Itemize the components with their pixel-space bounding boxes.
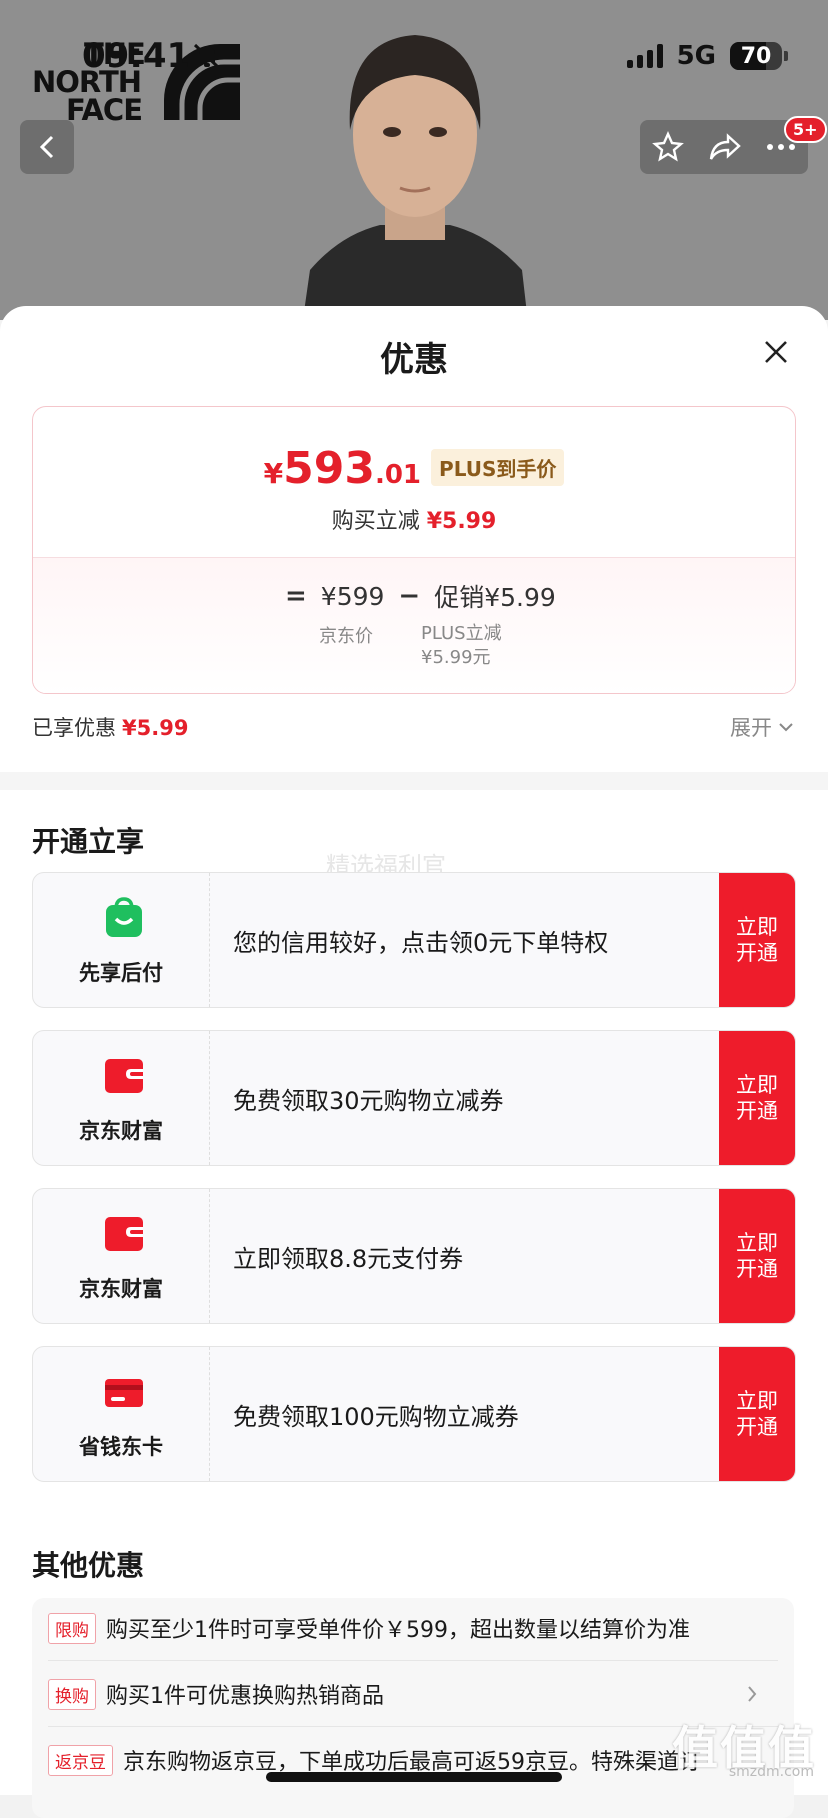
mute-bell-icon [193,43,221,70]
expand-button[interactable]: 展开 [730,712,794,742]
offer-name: 省钱东卡 [79,1435,163,1459]
limit-tag: 限购 [48,1612,96,1644]
discount-sheet: 优惠 ¥593.01 PLUS到手价 购买立减 ¥5.99 = ¥599 − 促… [0,306,828,1795]
price-decimal: .01 [374,460,422,490]
header-toolbar [640,120,808,174]
list-item: 限购 购买至少1件时可享受单件价￥599，超出数量以结算价为准 [48,1612,690,1644]
product-hero: THE NORTH FACE 09:41 5G 70 5+ [0,0,828,320]
red-wallet-icon [105,1059,143,1093]
offer-card[interactable]: 京东财富 免费领取30元购物立减券 立即 开通 [32,1030,796,1166]
list-item-text: 购买1件可优惠换购热销商品 [106,1684,384,1709]
offer-card[interactable]: 省钱东卡 免费领取100元购物立减券 立即 开通 [32,1346,796,1482]
price-card: ¥593.01 PLUS到手价 购买立减 ¥5.99 = ¥599 − 促销¥5… [32,406,796,694]
offer-card[interactable]: 京东财富 立即领取8.8元支付券 立即 开通 [32,1188,796,1324]
jd-bean-tag: 返京豆 [48,1744,113,1776]
exchange-tag: 换购 [48,1678,96,1710]
more-icon[interactable] [766,142,796,152]
price-breakdown: = ¥599 − 促销¥5.99 京东价 PLUS立减 ¥5.99元 [33,557,795,693]
list-item[interactable]: 换购 购买1件可优惠换购热销商品 [48,1678,778,1710]
sheet-title: 优惠 [380,340,448,380]
minus-sign: − [398,581,421,611]
product-model-photo [302,35,528,320]
enjoyed-value: ¥5.99 [122,716,189,740]
offer-description: 立即领取8.8元支付券 [233,1244,464,1273]
enjoyed-discount: 已享优惠 ¥5.99 [32,712,188,742]
offer-name: 京东财富 [79,1277,163,1301]
activate-button[interactable]: 立即 开通 [719,1031,795,1165]
corner-watermark-site: smzdm.com [728,1764,814,1780]
home-indicator [266,1772,562,1782]
back-button[interactable] [20,120,74,174]
expand-label: 展开 [730,716,772,740]
close-icon[interactable] [760,336,792,368]
battery-icon: 70 [730,42,782,70]
network-label: 5G [676,41,716,71]
offer-name: 先享后付 [79,961,163,985]
jd-price-label: 京东价 [319,626,373,647]
reduce-value: ¥5.99 [426,509,497,534]
chevron-down-icon [779,723,793,732]
section-divider [0,772,828,790]
signal-icon [626,44,663,68]
offer-description: 免费领取100元购物立减券 [233,1402,519,1431]
promo-amount: 促销¥5.99 [434,583,556,612]
enjoyed-label: 已享优惠 [32,716,116,740]
activate-button[interactable]: 立即 开通 [719,1189,795,1323]
equals-sign: = [285,581,307,611]
offer-name: 京东财富 [79,1119,163,1143]
activate-button[interactable]: 立即 开通 [719,873,795,1007]
status-time: 09:41 [82,36,191,76]
red-card-icon [105,1379,143,1407]
other-section-title: 其他优惠 [32,1549,145,1582]
status-bar-right: 5G 70 [626,36,788,76]
activate-button[interactable]: 立即 开通 [719,1347,795,1481]
plus-reduce-label: PLUS立减 [421,623,502,644]
green-bag-icon [106,897,142,937]
offer-description: 您的信用较好，点击领0元下单特权 [233,928,609,957]
share-icon[interactable] [708,132,742,162]
plus-reduce-note: PLUS立减 ¥5.99元 [421,622,541,670]
list-item-text: 购买至少1件时可享受单件价￥599，超出数量以结算价为准 [106,1618,690,1643]
price-integer: 593 [283,443,375,494]
star-icon[interactable] [652,131,684,163]
jd-price: ¥599 [320,581,385,611]
chevron-right-icon [748,1686,757,1702]
price-currency: ¥ [263,457,284,490]
reduce-label: 购买立减 [331,509,420,534]
final-price: ¥593.01 [264,443,421,494]
brand-line-3: FACE [66,93,143,127]
plus-reduce-value: ¥5.99元 [421,647,491,668]
plus-price-tag: PLUS到手价 [431,449,565,486]
message-count-badge: 5+ [784,116,827,143]
instant-reduce-line: 购买立减 ¥5.99 [33,503,795,535]
offer-description: 免费领取30元购物立减券 [233,1086,504,1115]
red-wallet-icon [105,1217,143,1251]
offer-card[interactable]: 先享后付 您的信用较好，点击领0元下单特权 立即 开通 [32,872,796,1008]
back-icon [39,135,54,159]
open-section-title: 开通立享 [32,825,145,858]
other-discounts-list: 限购 购买至少1件时可享受单件价￥599，超出数量以结算价为准 换购 购买1件可… [32,1598,794,1818]
battery-level: 70 [740,43,772,69]
